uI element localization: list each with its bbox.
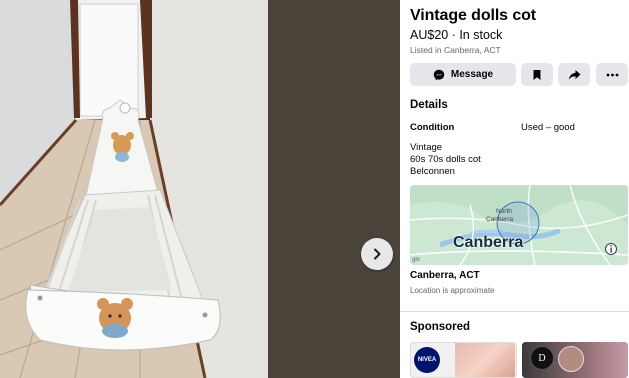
ad-avatar: [558, 346, 584, 372]
bookmark-icon: [533, 69, 541, 80]
map-city-label: Canberra: [453, 234, 524, 251]
sponsored-ad[interactable]: NIVEA: [410, 342, 517, 378]
details-heading: Details: [410, 99, 448, 111]
condition-value: Used – good: [521, 122, 575, 133]
description-line: Vintage: [410, 142, 443, 153]
listing-location-line: Listed in Canberra, ACT: [410, 45, 501, 55]
listing-title: Vintage dolls cot: [410, 7, 537, 24]
listing-price: AU$20 · In stock: [410, 28, 503, 42]
map-image: North Canberra glo: [410, 185, 628, 265]
message-button-label: Message: [450, 69, 494, 80]
location-map[interactable]: North Canberra glo Canberra: [410, 185, 628, 265]
advertiser-logo-text: NIVEA: [417, 357, 437, 363]
ad-image: [455, 343, 515, 377]
sponsored-ad[interactable]: D: [522, 342, 628, 378]
share-icon: [568, 69, 580, 80]
share-button[interactable]: [558, 63, 590, 86]
advertiser-logo-text: D: [538, 352, 546, 364]
condition-label: Condition: [410, 122, 455, 133]
sponsored-heading: Sponsored: [410, 321, 471, 333]
next-photo-button[interactable]: [361, 238, 393, 270]
section-divider: [400, 311, 629, 312]
location-note: Location is approximate: [410, 286, 495, 295]
message-button[interactable]: Message: [410, 63, 516, 86]
photo-viewer: [0, 0, 400, 378]
map-area-label-north: North: [496, 208, 512, 215]
map-area-label-canberra: Canberra: [486, 216, 513, 223]
listing-photo: [0, 0, 400, 378]
listing-details-panel: Vintage dolls cot AU$20 · In stock Liste…: [400, 0, 629, 378]
info-icon: [610, 245, 612, 253]
map-attribution: glo: [412, 257, 421, 263]
map-info-button[interactable]: [605, 243, 617, 255]
more-options-button[interactable]: [596, 63, 628, 86]
description-line: 60s 70s dolls cot: [410, 154, 481, 165]
location-name: Canberra, ACT: [410, 270, 480, 281]
save-button[interactable]: [521, 63, 553, 86]
description-line: Belconnen: [410, 166, 455, 177]
chevron-right-icon: [374, 248, 381, 260]
advertiser-logo: NIVEA: [414, 347, 440, 373]
more-icon: [606, 73, 618, 76]
advertiser-logo: D: [530, 346, 554, 370]
messenger-icon: [433, 69, 445, 80]
